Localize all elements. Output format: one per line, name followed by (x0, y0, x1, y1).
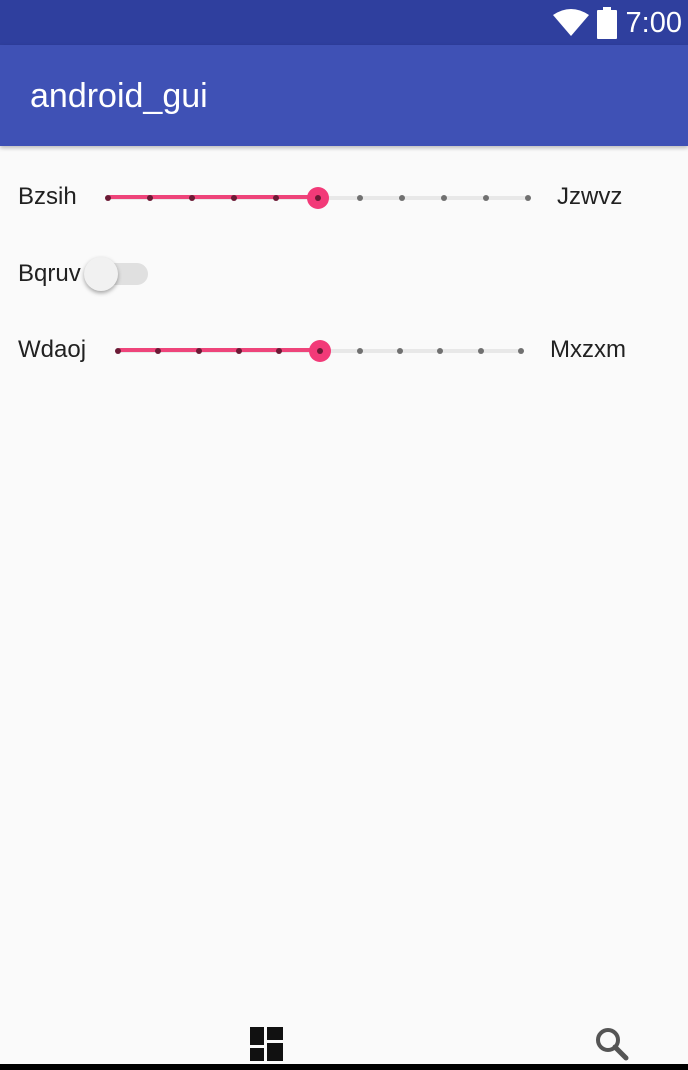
slider1-min-label: Bzsih (18, 183, 77, 210)
slider-tick (276, 348, 283, 354)
slider2-min-label: Wdaoj (18, 336, 87, 363)
slider-tick (441, 195, 447, 201)
wifi-icon (553, 9, 589, 36)
battery-icon (597, 7, 617, 39)
dashboard-icon[interactable] (250, 1027, 283, 1061)
app-bar: android_gui (0, 45, 688, 146)
slider-tick (273, 195, 279, 201)
slider-tick (105, 195, 111, 201)
toggle-switch[interactable] (82, 256, 150, 292)
slider-tick (483, 195, 489, 201)
slider-thumb-dot (316, 348, 323, 354)
status-time: 7:00 (625, 7, 682, 39)
slider-tick (115, 348, 121, 354)
search-icon[interactable] (595, 1027, 629, 1061)
slider-tick (525, 195, 531, 201)
nav-bar-edge (0, 1064, 688, 1070)
status-bar: 7:00 (0, 0, 688, 45)
slider-tick (235, 348, 242, 354)
slider-tick (147, 195, 153, 201)
slider-tick (437, 348, 444, 354)
slider-tick (356, 348, 363, 354)
switch1-label: Bqruv (18, 260, 81, 287)
slider-tick (189, 195, 195, 201)
slider-2[interactable] (115, 336, 524, 366)
app-title: android_gui (30, 77, 208, 115)
slider-tick (397, 348, 404, 354)
slider-thumb[interactable] (307, 187, 329, 209)
slider-tick (399, 195, 405, 201)
slider-tick (518, 348, 524, 354)
slider-thumb[interactable] (308, 340, 331, 362)
slider2-max-label: Mxzxm (550, 336, 626, 363)
slider-thumb-dot (315, 195, 321, 201)
slider-tick (195, 348, 202, 354)
slider-1[interactable] (105, 183, 531, 213)
slider-tick (155, 348, 162, 354)
slider-tick (357, 195, 363, 201)
slider-active-track (118, 348, 320, 352)
slider-tick (231, 195, 237, 201)
slider-active-track (108, 195, 318, 199)
slider1-max-label: Jzwvz (557, 183, 623, 210)
slider-tick (477, 348, 484, 354)
switch-thumb (84, 257, 118, 291)
